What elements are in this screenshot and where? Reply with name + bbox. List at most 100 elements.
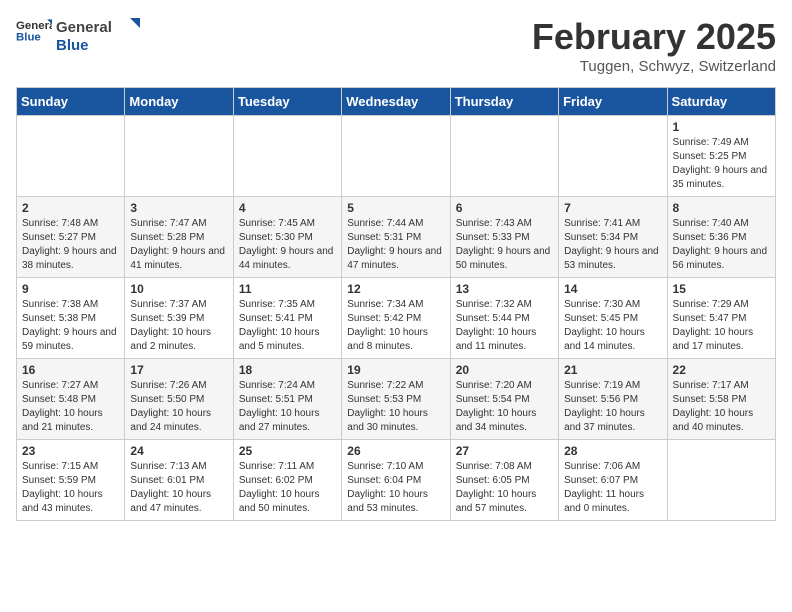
day-info: Sunrise: 7:26 AM Sunset: 5:50 PM Dayligh… [130, 379, 227, 435]
logo-icon: General Blue [16, 16, 52, 44]
day-cell: 4Sunrise: 7:45 AM Sunset: 5:30 PM Daylig… [233, 197, 341, 278]
day-info: Sunrise: 7:48 AM Sunset: 5:27 PM Dayligh… [22, 217, 119, 273]
header-saturday: Saturday [667, 88, 775, 116]
day-info: Sunrise: 7:35 AM Sunset: 5:41 PM Dayligh… [239, 298, 336, 354]
week-row-1: 1 Sunrise: 7:49 AM Sunset: 5:25 PM Daylig… [17, 116, 776, 197]
day-cell [17, 116, 125, 197]
calendar-table: SundayMondayTuesdayWednesdayThursdayFrid… [16, 87, 776, 521]
header-tuesday: Tuesday [233, 88, 341, 116]
day-cell: 12Sunrise: 7:34 AM Sunset: 5:42 PM Dayli… [342, 278, 450, 359]
day-info: Sunrise: 7:44 AM Sunset: 5:31 PM Dayligh… [347, 217, 444, 273]
day-number: 13 [456, 282, 553, 296]
header-friday: Friday [559, 88, 667, 116]
day-cell: 17 Sunrise: 7:26 AM Sunset: 5:50 PM Dayli… [125, 359, 233, 440]
header-monday: Monday [125, 88, 233, 116]
day-number: 16 [22, 363, 119, 377]
day-cell [667, 440, 775, 521]
day-cell: 25Sunrise: 7:11 AM Sunset: 6:02 PM Dayli… [233, 440, 341, 521]
svg-text:General: General [56, 19, 112, 36]
day-number: 15 [673, 282, 770, 296]
logo: General Blue [16, 16, 56, 44]
day-cell: 2 Sunrise: 7:48 AM Sunset: 5:27 PM Daylig… [17, 197, 125, 278]
day-info: Sunrise: 7:06 AM Sunset: 6:07 PM Dayligh… [564, 460, 661, 516]
day-info: Sunrise: 7:49 AM Sunset: 5:25 PM Dayligh… [673, 136, 770, 192]
day-info: Sunrise: 7:20 AM Sunset: 5:54 PM Dayligh… [456, 379, 553, 435]
day-info: Sunrise: 7:29 AM Sunset: 5:47 PM Dayligh… [673, 298, 770, 354]
page-header: General Blue General Blue February 2025 … [16, 16, 776, 75]
day-info: Sunrise: 7:17 AM Sunset: 5:58 PM Dayligh… [673, 379, 770, 435]
day-info: Sunrise: 7:40 AM Sunset: 5:36 PM Dayligh… [673, 217, 770, 273]
day-number: 3 [130, 201, 227, 215]
day-info: Sunrise: 7:32 AM Sunset: 5:44 PM Dayligh… [456, 298, 553, 354]
day-cell: 15 Sunrise: 7:29 AM Sunset: 5:47 PM Dayli… [667, 278, 775, 359]
day-number: 5 [347, 201, 444, 215]
day-number: 19 [347, 363, 444, 377]
day-info: Sunrise: 7:45 AM Sunset: 5:30 PM Dayligh… [239, 217, 336, 273]
svg-text:Blue: Blue [56, 37, 89, 54]
day-info: Sunrise: 7:22 AM Sunset: 5:53 PM Dayligh… [347, 379, 444, 435]
day-cell: 10Sunrise: 7:37 AM Sunset: 5:39 PM Dayli… [125, 278, 233, 359]
day-number: 25 [239, 444, 336, 458]
day-info: Sunrise: 7:24 AM Sunset: 5:51 PM Dayligh… [239, 379, 336, 435]
day-number: 7 [564, 201, 661, 215]
day-number: 18 [239, 363, 336, 377]
day-cell: 19 Sunrise: 7:22 AM Sunset: 5:53 PM Dayli… [342, 359, 450, 440]
day-cell: 21 Sunrise: 7:19 AM Sunset: 5:56 PM Dayli… [559, 359, 667, 440]
day-number: 6 [456, 201, 553, 215]
day-cell: 1 Sunrise: 7:49 AM Sunset: 5:25 PM Daylig… [667, 116, 775, 197]
day-info: Sunrise: 7:19 AM Sunset: 5:56 PM Dayligh… [564, 379, 661, 435]
day-cell: 26Sunrise: 7:10 AM Sunset: 6:04 PM Dayli… [342, 440, 450, 521]
day-info: Sunrise: 7:37 AM Sunset: 5:39 PM Dayligh… [130, 298, 227, 354]
day-number: 1 [673, 120, 770, 134]
day-cell: 8Sunrise: 7:40 AM Sunset: 5:36 PM Daylig… [667, 197, 775, 278]
day-number: 2 [22, 201, 119, 215]
month-title: February 2025 [532, 16, 776, 58]
day-cell [342, 116, 450, 197]
logo-svg: General Blue [56, 16, 146, 54]
day-number: 11 [239, 282, 336, 296]
svg-text:General: General [16, 20, 52, 32]
week-row-4: 16 Sunrise: 7:27 AM Sunset: 5:48 PM Dayli… [17, 359, 776, 440]
day-cell: 6 Sunrise: 7:43 AM Sunset: 5:33 PM Daylig… [450, 197, 558, 278]
day-number: 14 [564, 282, 661, 296]
logo-text: General Blue [56, 16, 146, 54]
day-cell: 24 Sunrise: 7:13 AM Sunset: 6:01 PM Dayli… [125, 440, 233, 521]
day-info: Sunrise: 7:38 AM Sunset: 5:38 PM Dayligh… [22, 298, 119, 354]
day-info: Sunrise: 7:10 AM Sunset: 6:04 PM Dayligh… [347, 460, 444, 516]
week-row-2: 2 Sunrise: 7:48 AM Sunset: 5:27 PM Daylig… [17, 197, 776, 278]
day-number: 12 [347, 282, 444, 296]
day-cell: 13 Sunrise: 7:32 AM Sunset: 5:44 PM Dayli… [450, 278, 558, 359]
day-number: 9 [22, 282, 119, 296]
day-info: Sunrise: 7:13 AM Sunset: 6:01 PM Dayligh… [130, 460, 227, 516]
day-cell: 9 Sunrise: 7:38 AM Sunset: 5:38 PM Daylig… [17, 278, 125, 359]
day-number: 17 [130, 363, 227, 377]
day-info: Sunrise: 7:27 AM Sunset: 5:48 PM Dayligh… [22, 379, 119, 435]
day-info: Sunrise: 7:15 AM Sunset: 5:59 PM Dayligh… [22, 460, 119, 516]
day-cell: 22 Sunrise: 7:17 AM Sunset: 5:58 PM Dayli… [667, 359, 775, 440]
day-cell: 18 Sunrise: 7:24 AM Sunset: 5:51 PM Dayli… [233, 359, 341, 440]
day-cell: 28 Sunrise: 7:06 AM Sunset: 6:07 PM Dayli… [559, 440, 667, 521]
week-row-3: 9 Sunrise: 7:38 AM Sunset: 5:38 PM Daylig… [17, 278, 776, 359]
day-cell: 5 Sunrise: 7:44 AM Sunset: 5:31 PM Daylig… [342, 197, 450, 278]
day-cell: 11 Sunrise: 7:35 AM Sunset: 5:41 PM Dayli… [233, 278, 341, 359]
svg-text:Blue: Blue [16, 32, 41, 44]
day-cell: 16 Sunrise: 7:27 AM Sunset: 5:48 PM Dayli… [17, 359, 125, 440]
location: Tuggen, Schwyz, Switzerland [532, 58, 776, 75]
day-cell: 27Sunrise: 7:08 AM Sunset: 6:05 PM Dayli… [450, 440, 558, 521]
day-cell [233, 116, 341, 197]
day-number: 21 [564, 363, 661, 377]
day-number: 28 [564, 444, 661, 458]
day-cell: 23Sunrise: 7:15 AM Sunset: 5:59 PM Dayli… [17, 440, 125, 521]
header-sunday: Sunday [17, 88, 125, 116]
day-cell: 3 Sunrise: 7:47 AM Sunset: 5:28 PM Daylig… [125, 197, 233, 278]
day-number: 27 [456, 444, 553, 458]
calendar-header-row: SundayMondayTuesdayWednesdayThursdayFrid… [17, 88, 776, 116]
header-thursday: Thursday [450, 88, 558, 116]
day-info: Sunrise: 7:47 AM Sunset: 5:28 PM Dayligh… [130, 217, 227, 273]
day-number: 24 [130, 444, 227, 458]
header-wednesday: Wednesday [342, 88, 450, 116]
day-number: 22 [673, 363, 770, 377]
day-info: Sunrise: 7:43 AM Sunset: 5:33 PM Dayligh… [456, 217, 553, 273]
day-info: Sunrise: 7:30 AM Sunset: 5:45 PM Dayligh… [564, 298, 661, 354]
day-cell [450, 116, 558, 197]
